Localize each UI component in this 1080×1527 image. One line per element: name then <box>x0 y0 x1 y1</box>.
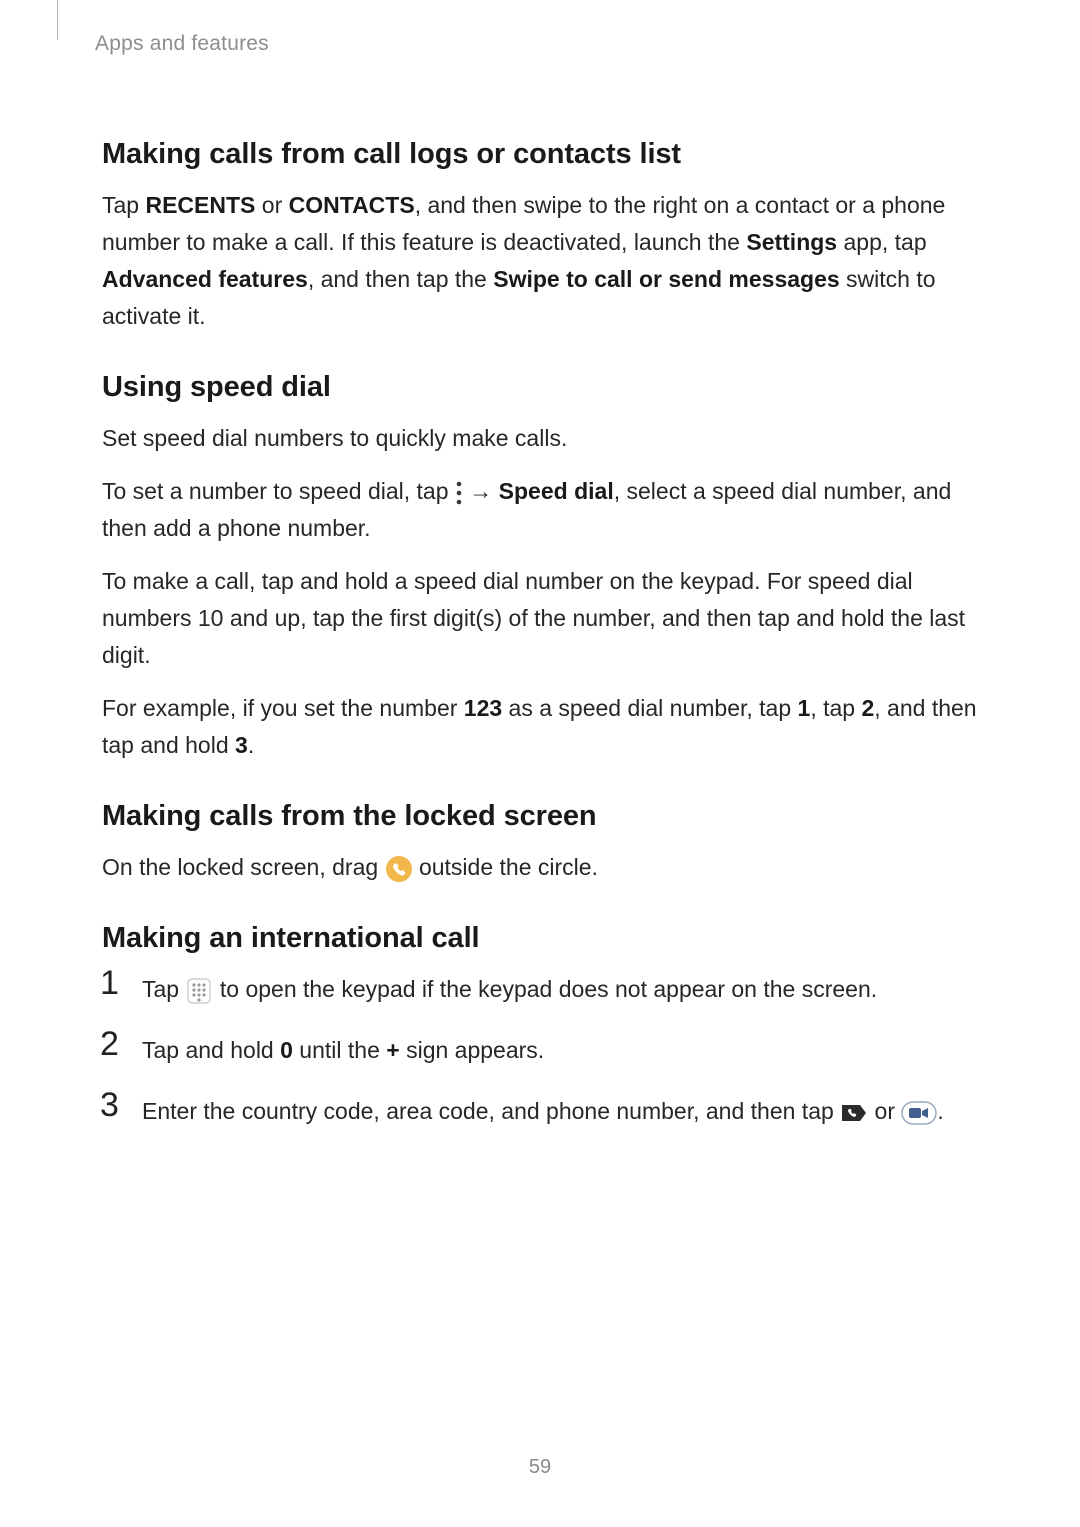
heading-call-logs: Making calls from call logs or contacts … <box>102 138 988 171</box>
text: Tap and hold <box>142 1037 280 1063</box>
phone-shortcut-icon <box>385 855 413 883</box>
text: or <box>255 192 288 218</box>
para-call-logs: Tap RECENTS or CONTACTS, and then swipe … <box>102 187 988 335</box>
para-locked-screen: On the locked screen, drag outside the c… <box>102 849 988 886</box>
text: sign appears. <box>400 1037 544 1063</box>
bold-plus: + <box>386 1037 399 1063</box>
step-3: 3 Enter the country code, area code, and… <box>102 1093 988 1130</box>
text: Tap <box>142 976 185 1002</box>
bold-contacts: CONTACTS <box>289 192 415 218</box>
bold-speed-dial: Speed dial <box>499 478 614 504</box>
bold-123: 123 <box>464 695 502 721</box>
step-number: 1 <box>100 965 119 1002</box>
breadcrumb: Apps and features <box>95 32 269 56</box>
text: On the locked screen, drag <box>102 854 385 880</box>
bold-advanced-features: Advanced features <box>102 266 308 292</box>
bold-1: 1 <box>798 695 811 721</box>
arrow-icon: → <box>469 473 492 510</box>
heading-speed-dial: Using speed dial <box>102 371 988 404</box>
sim-call-icon <box>840 1102 868 1124</box>
text: app, tap <box>837 229 927 255</box>
step-number: 3 <box>100 1087 119 1124</box>
step-number: 2 <box>100 1026 119 1063</box>
video-call-icon <box>901 1101 937 1125</box>
text: to open the keypad if the keypad does no… <box>213 976 877 1002</box>
page-header: Apps and features <box>102 36 988 84</box>
bold-0: 0 <box>280 1037 293 1063</box>
page-content: Making calls from call logs or contacts … <box>102 84 988 1130</box>
page-number: 59 <box>0 1456 1080 1479</box>
bold-swipe-to-call: Swipe to call or send messages <box>493 266 839 292</box>
text: . <box>937 1098 943 1124</box>
keypad-icon <box>185 977 213 1005</box>
text: Enter the country code, area code, and p… <box>142 1098 840 1124</box>
para-speed-dial-1: Set speed dial numbers to quickly make c… <box>102 420 988 457</box>
text: To set a number to speed dial, tap <box>102 478 455 504</box>
international-steps: 1 Tap to open the keypad if the keypad d… <box>102 971 988 1130</box>
text: until the <box>293 1037 386 1063</box>
text: . <box>248 732 254 758</box>
text: or <box>868 1098 901 1124</box>
step-1: 1 Tap to open the keypad if the keypad d… <box>102 971 988 1008</box>
bold-recents: RECENTS <box>145 192 255 218</box>
text: , tap <box>810 695 861 721</box>
document-page: Apps and features Making calls from call… <box>0 0 1080 1527</box>
step-2: 2 Tap and hold 0 until the + sign appear… <box>102 1032 988 1069</box>
bold-2: 2 <box>861 695 874 721</box>
para-speed-dial-4: For example, if you set the number 123 a… <box>102 690 988 764</box>
text: Tap <box>102 192 145 218</box>
bold-3: 3 <box>235 732 248 758</box>
heading-international: Making an international call <box>102 922 988 955</box>
para-speed-dial-2: To set a number to speed dial, tap → Spe… <box>102 473 988 547</box>
text: , and then tap the <box>308 266 493 292</box>
header-rule <box>57 0 58 40</box>
more-options-icon <box>455 480 463 506</box>
para-speed-dial-3: To make a call, tap and hold a speed dia… <box>102 563 988 674</box>
text: as a speed dial number, tap <box>502 695 797 721</box>
heading-locked-screen: Making calls from the locked screen <box>102 800 988 833</box>
text: outside the circle. <box>413 854 598 880</box>
text: For example, if you set the number <box>102 695 464 721</box>
bold-settings: Settings <box>746 229 837 255</box>
